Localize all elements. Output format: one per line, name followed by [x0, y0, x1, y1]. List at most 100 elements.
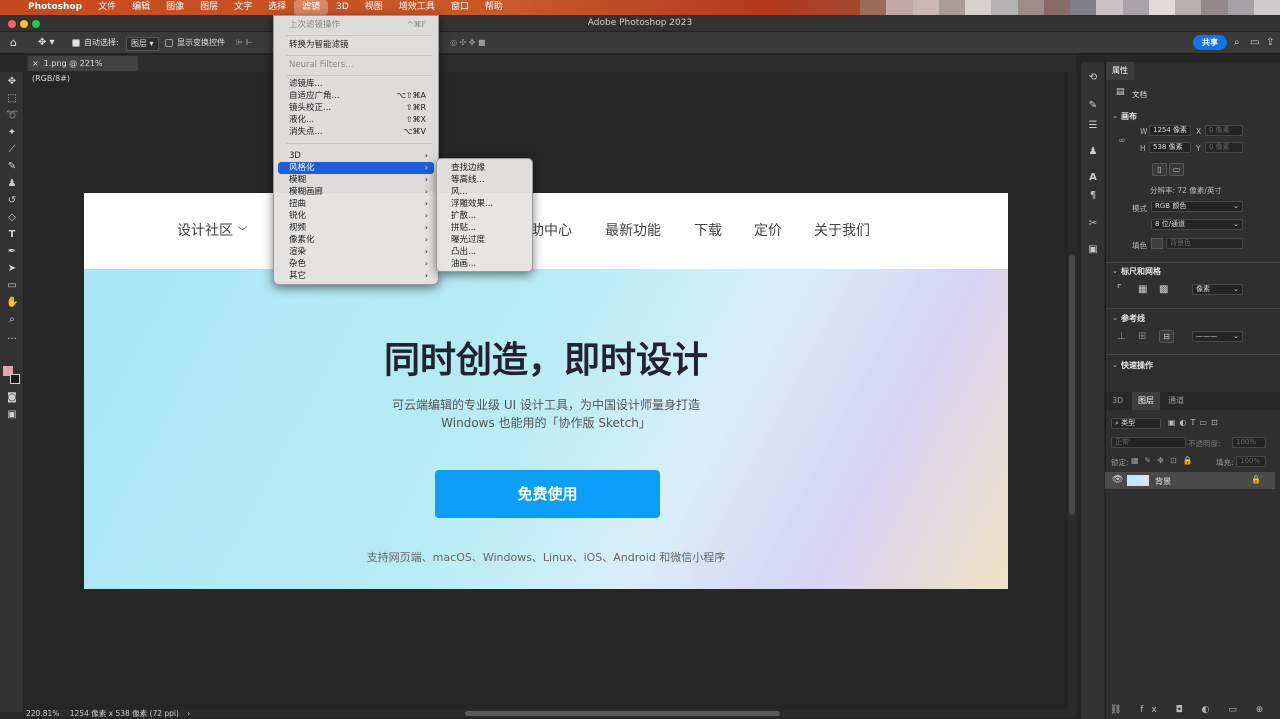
stamp-tool-icon[interactable]: ♟ [6, 178, 18, 190]
menu-item-other[interactable]: 其它 › [278, 270, 434, 282]
move-tool-icon[interactable]: ✥ [6, 76, 18, 88]
menu-view[interactable]: 视图 [357, 0, 391, 15]
document-canvas[interactable]: 设计社区 ﹀ 助中心 最新功能 下载 定价 关于我们 同时创造，即时设计 可云端… [84, 193, 1008, 589]
align-icons[interactable]: ⊫ ⊩ [236, 37, 252, 49]
tab-properties[interactable]: 属性 [1106, 62, 1134, 80]
paragraph-icon[interactable]: ¶ [1087, 190, 1099, 202]
quick-actions-chevron-icon[interactable]: ⌄ [1112, 360, 1118, 369]
menu-file[interactable]: 文件 [90, 0, 124, 15]
home-icon[interactable]: ⌂ [10, 37, 17, 49]
search-icon[interactable]: ⌕ [1234, 37, 1240, 48]
landscape-icon[interactable]: ▭ [1169, 163, 1184, 176]
menu-item-filter-gallery[interactable]: 滤镜库... [278, 78, 434, 90]
menu-item-3d[interactable]: 3D › [278, 150, 434, 162]
lasso-tool-icon[interactable]: ➰ [6, 110, 18, 122]
menu-3d[interactable]: 3D [328, 0, 357, 15]
portrait-icon[interactable]: ▯ [1152, 163, 1167, 176]
quick-mask-icon[interactable]: ◙ [6, 392, 18, 404]
guide-style-dropdown[interactable]: ——— ⌄ [1192, 331, 1243, 342]
layer-filter-icons[interactable]: ▣◐T▭⊡ [1168, 418, 1222, 427]
submenu-item-extrude[interactable]: 凸出... [451, 246, 476, 258]
canvas-section-title[interactable]: 画布 [1121, 111, 1137, 122]
screen-mode-icon[interactable]: ▣ [6, 409, 18, 421]
blend-mode-dropdown[interactable]: 正常 [1111, 437, 1186, 448]
eraser-tool-icon[interactable]: ◇ [6, 212, 18, 224]
canvas-section-chevron-icon[interactable]: ⌄ [1112, 111, 1118, 120]
menu-item-noise[interactable]: 杂色 › [278, 258, 434, 270]
auto-select-checkbox[interactable]: 自动选择: [72, 37, 119, 49]
move-tool-icon[interactable]: ✥ ▾ [38, 37, 55, 49]
show-transform-checkbox[interactable]: 显示变换控件 [165, 37, 225, 49]
menu-edit[interactable]: 编辑 [124, 0, 158, 15]
close-tab-icon[interactable]: × [32, 59, 39, 68]
submenu-item-tiles[interactable]: 拼贴... [451, 222, 476, 234]
menu-item-sharpen[interactable]: 锐化 › [278, 210, 434, 222]
history-brush-tool-icon[interactable]: ↺ [6, 195, 18, 207]
tab-layers[interactable]: 图层 [1132, 392, 1160, 410]
menu-item-lens-correction[interactable]: 镜头校正... ⇧⌘R [278, 102, 434, 114]
menu-item-blur[interactable]: 模糊 › [278, 174, 434, 186]
menu-select[interactable]: 选择 [260, 0, 294, 15]
adjustments-icon[interactable]: ☰ [1087, 120, 1099, 132]
mode-dropdown[interactable]: RGB 颜色 ⌄ [1151, 201, 1243, 212]
submenu-item-find-edges[interactable]: 查找边缘 [451, 162, 485, 174]
menu-item-pixelate[interactable]: 像素化 › [278, 234, 434, 246]
share-button[interactable]: 共享 [1193, 35, 1227, 50]
guide-icon[interactable]: ⊥ [1117, 331, 1126, 342]
layer-name[interactable]: 背景 [1155, 476, 1171, 487]
type-tool-icon[interactable]: T [6, 229, 18, 241]
hand-tool-icon[interactable]: ✋ [6, 297, 18, 309]
eye-visibility-icon[interactable]: 👁 [1112, 475, 1123, 485]
brush-tool-icon[interactable]: ✎ [6, 161, 18, 173]
document-tab[interactable]: × 1.png @ 221%(RGB/8#) [28, 56, 138, 83]
tab-channels[interactable]: 通道 [1162, 392, 1190, 410]
y-field[interactable]: 0 像素 [1205, 142, 1243, 153]
ruler-unit-dropdown[interactable]: 像素 ⌄ [1192, 284, 1243, 295]
fill-dropdown[interactable]: 背景色 [1166, 238, 1243, 249]
tools-icon[interactable]: ✂ [1087, 218, 1099, 230]
fill-opacity-field[interactable]: 100% [1236, 456, 1266, 467]
layers-footer-icons[interactable]: ⛓ fx ◘ ◐ ▭ ⊕ 🗑 [1110, 705, 1280, 715]
ruler-icon[interactable]: ⌜ [1117, 284, 1122, 295]
minimize-window-button[interactable] [20, 20, 28, 28]
layer-filter-dropdown[interactable]: ⌕ 类型 [1111, 418, 1161, 429]
more-tools-icon[interactable]: ··· [6, 334, 18, 346]
guide-layout-icon[interactable]: ⊞ [1138, 331, 1146, 342]
menu-item-liquify[interactable]: 液化... ⇧⌘X [278, 114, 434, 126]
rulers-section-chevron-icon[interactable]: ⌄ [1112, 266, 1118, 275]
menu-photoshop[interactable]: Photoshop [20, 0, 90, 15]
vertical-scroll-thumb[interactable] [1069, 255, 1075, 515]
lock-icons[interactable]: ▦✎✥⊡🔒 [1131, 456, 1199, 465]
submenu-item-solarize[interactable]: 曝光过度 [451, 234, 485, 246]
grid-icon[interactable]: ▦ [1138, 284, 1147, 295]
menu-image[interactable]: 图像 [158, 0, 192, 15]
submenu-item-diffuse[interactable]: 扩散... [451, 210, 476, 222]
submenu-item-trace-contour[interactable]: 等高线... [451, 174, 485, 186]
zoom-tool-icon[interactable]: ⌕ [6, 314, 18, 326]
menu-item-video[interactable]: 视频 › [278, 222, 434, 234]
3d-panel-icon[interactable]: ▣ [1087, 244, 1099, 256]
history-icon[interactable]: ⟲ [1087, 72, 1099, 84]
smart-guides-icon[interactable]: ⊟ [1159, 330, 1174, 343]
bit-depth-dropdown[interactable]: 8 位/通道 ⌄ [1151, 219, 1243, 230]
menu-help[interactable]: 帮助 [477, 0, 511, 15]
background-color-swatch[interactable] [10, 374, 20, 384]
menu-window[interactable]: 窗口 [443, 0, 477, 15]
link-icon[interactable]: ∞ [1118, 136, 1126, 146]
fill-swatch[interactable] [1151, 238, 1163, 249]
submenu-item-emboss[interactable]: 浮雕效果... [451, 198, 493, 210]
brush-settings-icon[interactable]: ✎ [1087, 100, 1099, 112]
rulers-section-title[interactable]: 标尺和网格 [1121, 266, 1161, 277]
marquee-tool-icon[interactable]: ⬚ [6, 93, 18, 105]
height-field[interactable]: 538 像素 [1149, 142, 1191, 153]
submenu-item-wind[interactable]: 风... [451, 186, 468, 198]
magic-wand-tool-icon[interactable]: ✦ [6, 127, 18, 139]
menu-item-adaptive-wide-angle[interactable]: 自适应广角... ⌥⇧⌘A [278, 90, 434, 102]
menu-item-stylize[interactable]: 风格化 › [278, 162, 434, 174]
auto-select-dropdown[interactable]: 图层 ▾ [126, 37, 159, 51]
pixel-grid-icon[interactable]: ▩ [1159, 284, 1168, 295]
eyedropper-tool-icon[interactable]: ⟋ [6, 144, 18, 156]
menu-item-distort[interactable]: 扭曲 › [278, 198, 434, 210]
menu-item-blur-gallery[interactable]: 模糊画廊 › [278, 186, 434, 198]
workspace-icon[interactable]: ▭ [1250, 37, 1259, 48]
